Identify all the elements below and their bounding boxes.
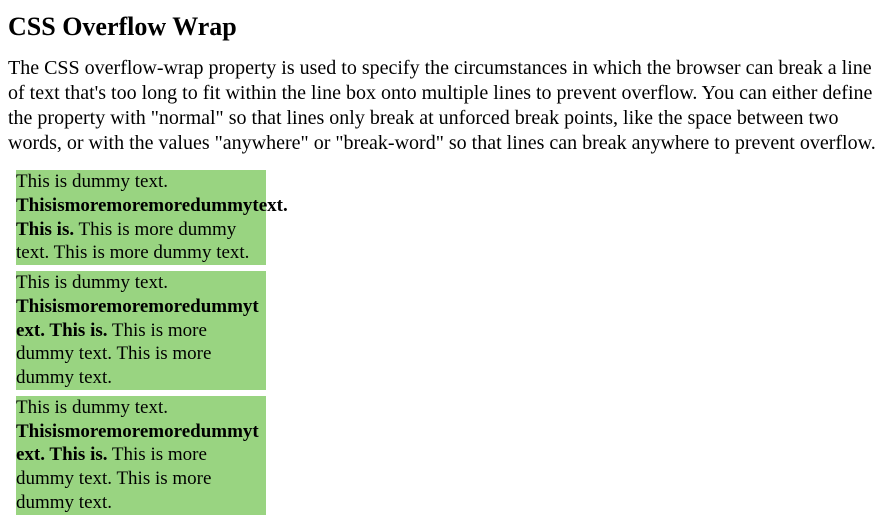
page: CSS Overflow Wrap The CSS overflow-wrap … — [0, 0, 893, 529]
example-box-normal: This is dummy text. Thisismoremoremoredu… — [16, 170, 266, 265]
example-box-anywhere: This is dummy text. Thisismoremoremoredu… — [16, 271, 266, 390]
example-text-lead: This is dummy text. — [16, 171, 168, 192]
page-title: CSS Overflow Wrap — [8, 12, 885, 42]
example-text-lead: This is dummy text. — [16, 397, 168, 418]
examples-container: This is dummy text. Thisismoremoremoredu… — [8, 170, 885, 515]
description-paragraph: The CSS overflow-wrap property is used t… — [8, 56, 885, 156]
example-box-breakword: This is dummy text. Thisismoremoremoredu… — [16, 396, 266, 515]
example-text-lead: This is dummy text. — [16, 272, 168, 293]
